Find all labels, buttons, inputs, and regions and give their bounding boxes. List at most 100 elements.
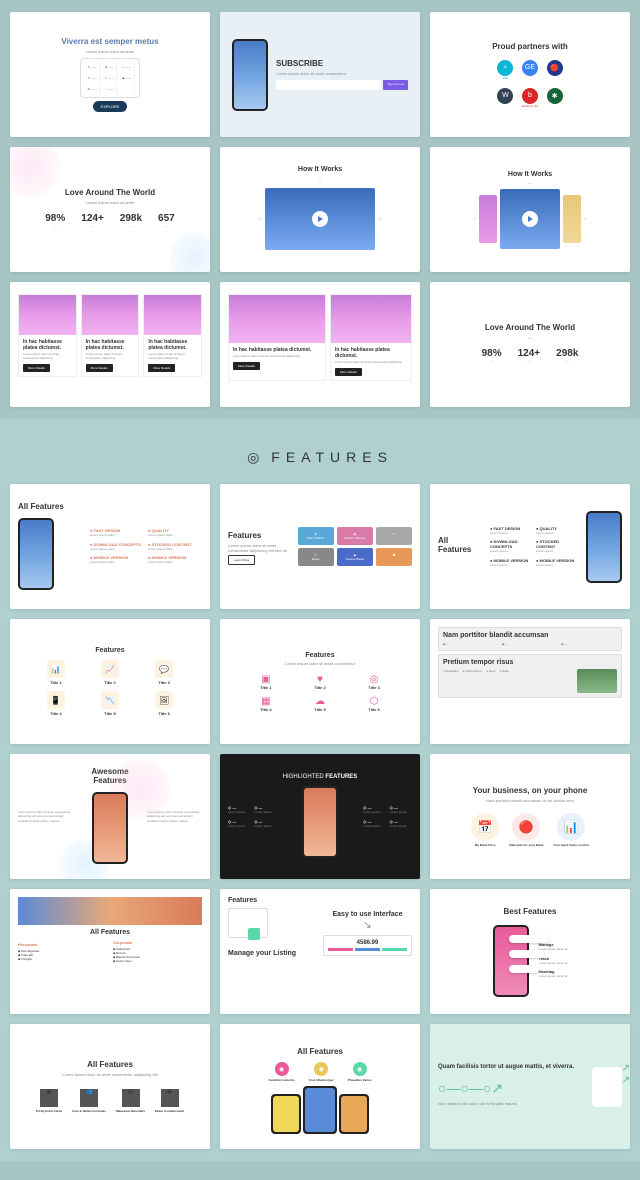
title: Proud partners with	[492, 42, 568, 51]
slide-video-wide: How It Works — ‹ ›	[220, 147, 420, 272]
video-player[interactable]	[265, 188, 375, 250]
slide-stats-4: Love Around The World Lorem ipsum dolor …	[10, 147, 210, 272]
title: How It Works	[298, 166, 342, 173]
slide-table: Viverra est semper metus Lorem ipsum dol…	[10, 12, 210, 137]
slide-feature-boxes: Features Lorem ipsum dolor sit amet cons…	[220, 484, 420, 609]
feature-list: ● FAST DESIGNLorem ipsum dolor ● QUALITY…	[90, 528, 202, 565]
cell: ⊕ ——	[103, 63, 117, 71]
stat-value: 298k	[556, 348, 578, 359]
feature-item: ⬡Title 6	[350, 696, 398, 712]
stats-row: 98%— 124+— 298k—	[476, 344, 585, 367]
title: Features	[228, 897, 412, 904]
slide-highlighted: ◇ —Lorem ipsum ◇ —Lorem ipsum ◇ —Lorem i…	[220, 754, 420, 879]
pill-overlay	[509, 935, 549, 943]
logo-nasa: 🔴	[547, 60, 563, 76]
ui-badge	[248, 928, 260, 940]
slide-4-icons: All Features Lorem ipsum dolor sit amet …	[10, 1024, 210, 1149]
feature-item: 📊Title 1	[32, 660, 80, 685]
boxes-grid: ❄Nam Porttitor ◉Pretium Tempor ✦ ⬡Risus …	[298, 527, 412, 566]
more-button[interactable]: More Details	[148, 364, 175, 372]
stat-value: 124+	[81, 213, 104, 224]
slide-video-carousel: How It Works — ‹ ›	[430, 147, 630, 272]
logo-grid: ≈at&t GE 🔴 W bbeats by dre ✱	[497, 60, 563, 108]
title: Features	[305, 652, 334, 659]
section-box: Nam porttitor blandit accumsan ◆ —◆ —◆ —	[438, 627, 622, 651]
thumb[interactable]	[563, 195, 581, 243]
slide-subscribe: SUBSCRIBE Lorem ipsum dolor sit amet con…	[220, 12, 420, 137]
stats-row: 98%— 124+— 298k— 657—	[39, 209, 180, 232]
stat-value: 298k	[120, 213, 142, 224]
text-col: Lorem ipsum dolor sit amet consectetur a…	[18, 810, 73, 823]
card: In hac habitasse platea dictumst.Lorem i…	[143, 294, 202, 377]
slide-cards-2: In hac habitasse platea dictumst.Lorem i…	[220, 282, 420, 407]
box: ✦	[376, 527, 412, 545]
slide-cards-3: In hac habitasse platea dictumst.Lorem i…	[10, 282, 210, 407]
feature-item: ◉Phasellus Varius	[348, 1062, 372, 1082]
video-main[interactable]	[500, 189, 560, 249]
phone-mockup	[302, 786, 338, 858]
widget: 📊Your band tracks control	[553, 813, 588, 847]
slide-3-phones: All Features ◉Curabitur Lobortis ◉Cras U…	[220, 1024, 420, 1149]
learn-more-button[interactable]: Learn More	[228, 555, 255, 565]
signup-button[interactable]: Sign up now	[383, 80, 408, 90]
title: All Features	[18, 502, 82, 511]
logo-wp: W	[497, 88, 513, 104]
col-heading: Personals	[18, 942, 107, 947]
more-button[interactable]: More Details	[233, 362, 260, 370]
explore-button[interactable]: EXPLORE	[93, 101, 128, 112]
title: Features	[95, 647, 124, 654]
subscribe-form: SUBSCRIBE Lorem ipsum dolor sit amet con…	[276, 59, 408, 90]
title: Quam facilisis tortor ut augue mattis, e…	[438, 1064, 584, 1070]
feature-item: 📱Title 4	[32, 691, 80, 716]
phone-mockup	[271, 1094, 301, 1134]
pill-overlay	[509, 950, 544, 958]
feature-list: ● FAST DESIGNLorem ipsum ● QUALITYLorem …	[490, 526, 578, 568]
title: Love Around The World	[65, 188, 155, 197]
logo-ge: GE	[522, 60, 538, 76]
slide-best-features: Best Features ManageLorem ipsum dolor si…	[430, 889, 630, 1014]
stat-value: 98%	[482, 348, 502, 359]
feature-item: 👥Cras In Nulla Commodo	[72, 1089, 106, 1113]
stat-value: 98%	[45, 213, 65, 224]
cell: ◇ ——	[120, 63, 134, 71]
slide-partners: Proud partners with ≈at&t GE 🔴 W bbeats …	[430, 12, 630, 137]
blob-decoration	[170, 232, 210, 272]
subtitle: Lorem ipsum dolor sit amet	[86, 200, 134, 205]
box: ⬡Risus	[298, 548, 334, 566]
logo-other: ✱	[547, 88, 563, 104]
feature-item: ▦Pretty Extra Cards	[36, 1089, 62, 1113]
box: ◆Viverra Platea	[337, 548, 373, 566]
phone-mockup	[92, 792, 128, 864]
title: Love Around The World	[485, 323, 575, 332]
slide-mint: Quam facilisis tortor ut augue mattis, e…	[430, 1024, 630, 1149]
slide-features-left-phone: All Features ● FAST DESIGNLorem ipsum do…	[10, 484, 210, 609]
more-button[interactable]: More Details	[335, 368, 362, 376]
thumb[interactable]	[479, 195, 497, 243]
title: Your business, on your phone	[473, 786, 588, 795]
more-button[interactable]: More Details	[86, 364, 113, 372]
card: In hac habitasse platea dictumst.Lorem i…	[81, 294, 140, 377]
feature-item: ▤Maecenas Bibendus	[116, 1089, 145, 1113]
slide-stats-3: Love Around The World — 98%— 124+— 298k—	[430, 282, 630, 407]
next-arrow-icon[interactable]: ›	[379, 214, 382, 223]
pill-overlay	[509, 965, 539, 973]
slide-features-icons-pink: Features Lorem ipsum dolor sit amet cons…	[220, 619, 420, 744]
feature-item: ▦Title 4	[242, 696, 290, 712]
prev-arrow-icon[interactable]: ‹	[258, 214, 261, 223]
title: All Features	[87, 1060, 133, 1069]
widget: 🔴Data plan for your Band	[509, 813, 543, 847]
slide-hero-columns: All Features Personals ◆ Nam Egestas ◆ V…	[10, 889, 210, 1014]
cell: ⊗ ——	[85, 85, 99, 93]
more-button[interactable]: More Details	[23, 364, 50, 372]
box: ⬢	[376, 548, 412, 566]
email-input[interactable]	[276, 80, 381, 90]
section-box: Pretium tempor risus ● Phasellus ● Morbi…	[438, 654, 622, 698]
feature-item: 📉Title 5	[86, 691, 134, 716]
prev-arrow-icon[interactable]: ‹	[473, 214, 476, 223]
next-arrow-icon[interactable]: ›	[584, 214, 587, 223]
card: In hac habitasse platea dictumst.Lorem i…	[18, 294, 77, 377]
cell: ○ ——	[103, 85, 117, 93]
slide-features-right-phone: All Features ● FAST DESIGNLorem ipsum ● …	[430, 484, 630, 609]
subtitle: Lorem ipsum dolor sit amet consectetur	[276, 71, 408, 76]
title: All Features	[438, 536, 482, 554]
